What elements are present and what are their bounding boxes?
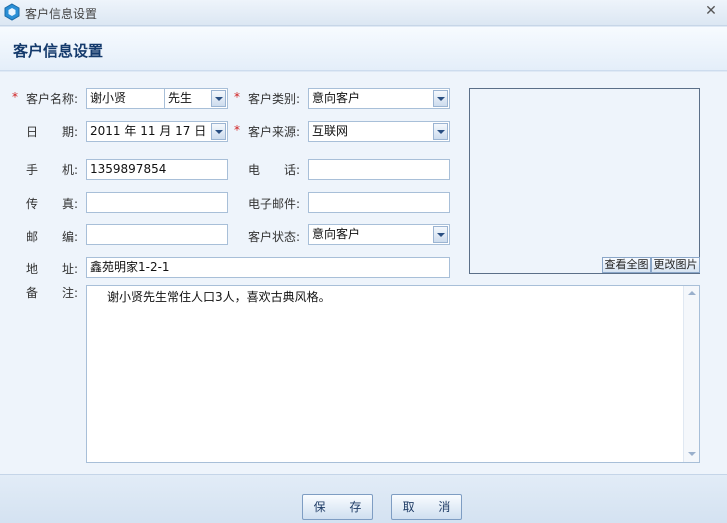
customer-source-label: 客户来源:	[248, 125, 301, 139]
date-month-unit: 月	[159, 124, 172, 138]
customer-type-value: 意向客户	[312, 91, 361, 105]
chevron-down-icon[interactable]	[211, 123, 226, 140]
date-day-unit: 日	[194, 124, 207, 138]
zip-label-char2: 编:	[62, 230, 79, 244]
email-label: 电子邮件:	[248, 197, 301, 211]
remark-scrollbar[interactable]	[683, 286, 699, 462]
phone-label-char1: 电	[248, 163, 261, 177]
honorific-value: 先生	[168, 91, 193, 105]
fax-label-char1: 传	[26, 197, 39, 211]
date-label-char2: 期:	[62, 125, 79, 139]
window-title: 客户信息设置	[25, 7, 98, 21]
phone-input[interactable]	[308, 159, 450, 180]
phone-label-char2: 话:	[284, 163, 301, 177]
zip-input[interactable]	[86, 224, 228, 245]
mobile-label-char2: 机:	[62, 163, 79, 177]
customer-name-input[interactable]: 谢小贤	[86, 88, 165, 109]
remark-label-char2: 注:	[62, 286, 79, 300]
mobile-label-char1: 手	[26, 163, 39, 177]
remark-textarea[interactable]: 谢小贤先生常住人口3人，喜欢古典风格。	[86, 285, 700, 463]
status-select[interactable]: 意向客户	[308, 224, 450, 245]
date-year: 2011	[90, 124, 121, 138]
mobile-input[interactable]: 1359897854	[86, 159, 228, 180]
required-marker: *	[12, 90, 18, 104]
customer-source-value: 互联网	[312, 124, 349, 138]
chevron-down-icon[interactable]	[433, 90, 448, 107]
required-marker: *	[234, 123, 240, 137]
title-bar: 客户信息设置 ✕	[0, 0, 727, 26]
close-icon[interactable]: ✕	[703, 3, 719, 19]
page-title: 客户信息设置	[13, 42, 104, 60]
chevron-down-icon[interactable]	[433, 226, 448, 243]
required-marker: *	[234, 90, 240, 104]
remark-label-char1: 备	[26, 286, 39, 300]
remark-text: 谢小贤先生常住人口3人，喜欢古典风格。	[107, 290, 331, 304]
app-logo-icon	[4, 3, 20, 21]
customer-name-label: 客户名称:	[26, 92, 79, 106]
status-label: 客户状态:	[248, 230, 301, 244]
chevron-down-icon[interactable]	[433, 123, 448, 140]
date-month: 11	[140, 124, 156, 138]
honorific-select[interactable]: 先生	[164, 88, 228, 109]
change-image-button[interactable]: 更改图片	[651, 257, 700, 273]
date-value: 2011 年 11 月 17 日	[90, 122, 206, 141]
address-input[interactable]: 鑫苑明家1-2-1	[86, 257, 450, 278]
date-picker[interactable]: 2011 年 11 月 17 日	[86, 121, 228, 142]
scroll-up-icon[interactable]	[688, 291, 696, 295]
fax-label-char2: 真:	[62, 197, 79, 211]
scroll-down-icon[interactable]	[688, 452, 696, 456]
dialog-header: 客户信息设置	[0, 27, 727, 71]
cancel-button[interactable]: 取 消	[391, 494, 462, 520]
chevron-down-icon[interactable]	[211, 90, 226, 107]
date-year-unit: 年	[124, 124, 137, 138]
photo-frame	[469, 88, 700, 274]
status-value: 意向客户	[312, 227, 361, 241]
address-label-char2: 址:	[62, 262, 79, 276]
zip-label-char1: 邮	[26, 230, 39, 244]
customer-source-select[interactable]: 互联网	[308, 121, 450, 142]
view-full-image-button[interactable]: 查看全图	[602, 257, 651, 273]
address-label-char1: 地	[26, 262, 39, 276]
customer-type-select[interactable]: 意向客户	[308, 88, 450, 109]
email-input[interactable]	[308, 192, 450, 213]
date-day: 17	[175, 124, 191, 138]
customer-type-label: 客户类别:	[248, 92, 301, 106]
save-button[interactable]: 保 存	[302, 494, 373, 520]
fax-input[interactable]	[86, 192, 228, 213]
date-label-char1: 日	[26, 125, 39, 139]
